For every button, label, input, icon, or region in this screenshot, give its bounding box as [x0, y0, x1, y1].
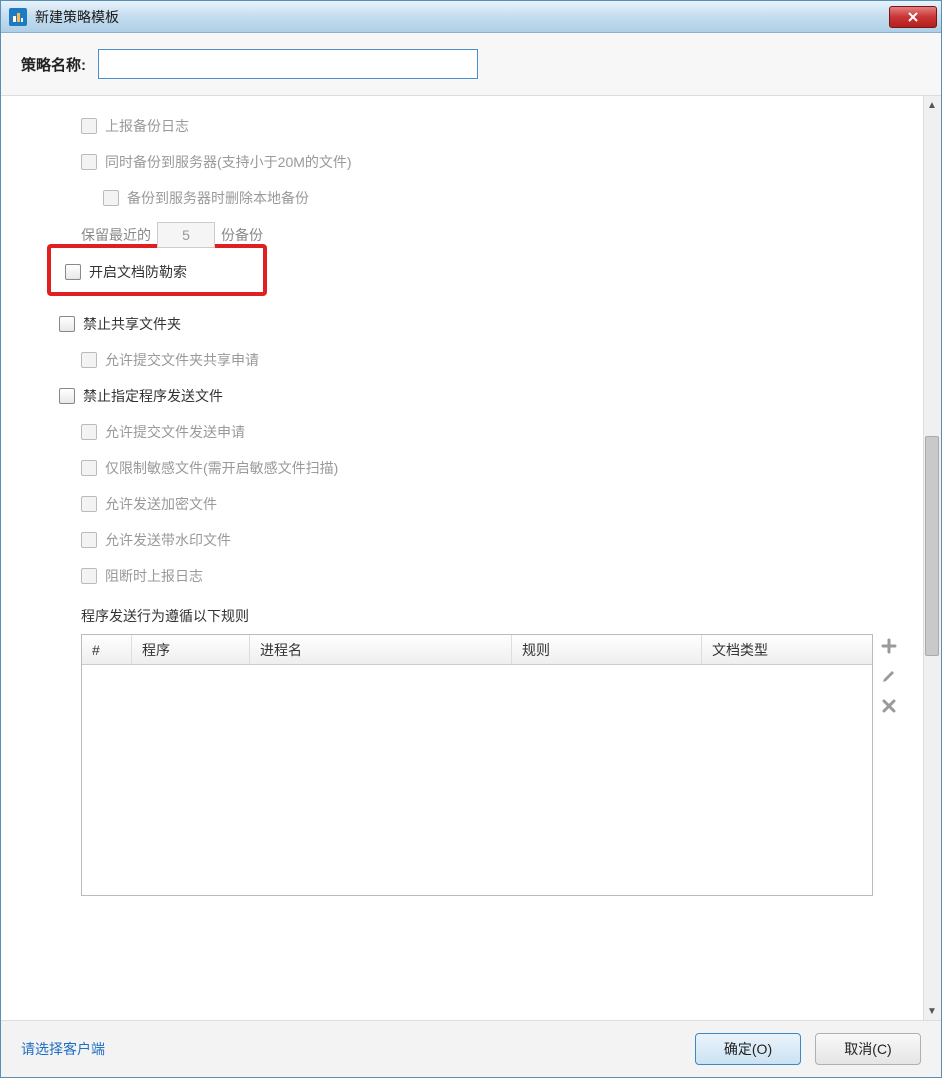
checkbox-icon — [103, 190, 119, 206]
ok-button[interactable]: 确定(O) — [695, 1033, 801, 1065]
option-allow-share-request[interactable]: 允许提交文件夹共享申请 — [81, 342, 925, 378]
checkbox-icon — [59, 316, 75, 332]
content-area: 上报备份日志 同时备份到服务器(支持小于20M的文件) 备份到服务器时删除本地备… — [1, 96, 941, 1020]
scrollbar[interactable]: ▲ ▼ — [923, 96, 941, 1020]
keep-prefix: 保留最近的 — [81, 225, 151, 245]
checkbox-icon — [81, 532, 97, 548]
checkbox-icon — [81, 154, 97, 170]
keep-suffix: 份备份 — [221, 225, 263, 245]
col-program[interactable]: 程序 — [132, 635, 250, 664]
select-client-link[interactable]: 请选择客户端 — [21, 1039, 105, 1059]
option-label: 开启文档防勒索 — [89, 262, 187, 282]
rules-table-wrap: # 程序 进程名 规则 文档类型 — [81, 634, 899, 896]
delete-icon[interactable] — [879, 696, 899, 716]
highlight-enable-anti-ransom: 开启文档防勒索 — [47, 244, 267, 296]
col-index[interactable]: # — [82, 635, 132, 664]
col-process[interactable]: 进程名 — [250, 635, 512, 664]
strategy-name-label: 策略名称: — [21, 54, 86, 75]
checkbox-icon — [81, 352, 97, 368]
checkbox-icon — [59, 388, 75, 404]
checkbox-icon — [81, 460, 97, 476]
scrollbar-thumb[interactable] — [925, 436, 939, 656]
option-label: 同时备份到服务器(支持小于20M的文件) — [105, 152, 352, 172]
table-tools — [879, 634, 899, 896]
checkbox-icon — [65, 264, 81, 280]
edit-icon[interactable] — [879, 666, 899, 686]
option-allow-send-request[interactable]: 允许提交文件发送申请 — [81, 414, 925, 450]
option-label: 禁止指定程序发送文件 — [83, 386, 223, 406]
option-label: 仅限制敏感文件(需开启敏感文件扫描) — [105, 458, 338, 478]
app-icon — [9, 8, 27, 26]
option-forbid-program-send[interactable]: 禁止指定程序发送文件 — [59, 378, 925, 414]
option-backup-to-server[interactable]: 同时备份到服务器(支持小于20M的文件) — [81, 144, 925, 180]
header-bar: 策略名称: — [1, 33, 941, 96]
window-title: 新建策略模板 — [35, 7, 889, 27]
checkbox-icon — [81, 118, 97, 134]
option-report-backup-log[interactable]: 上报备份日志 — [81, 108, 925, 144]
checkbox-icon — [81, 424, 97, 440]
option-label: 禁止共享文件夹 — [83, 314, 181, 334]
option-label: 上报备份日志 — [105, 116, 189, 136]
rules-table: # 程序 进程名 规则 文档类型 — [81, 634, 873, 896]
cancel-button[interactable]: 取消(C) — [815, 1033, 921, 1065]
option-allow-send-watermark[interactable]: 允许发送带水印文件 — [81, 522, 925, 558]
option-label: 允许发送带水印文件 — [105, 530, 231, 550]
option-restrict-sensitive-only[interactable]: 仅限制敏感文件(需开启敏感文件扫描) — [81, 450, 925, 486]
keep-count-input[interactable] — [157, 222, 215, 248]
table-header: # 程序 进程名 规则 文档类型 — [82, 635, 872, 665]
option-forbid-share-folder[interactable]: 禁止共享文件夹 — [59, 306, 925, 342]
option-label: 阻断时上报日志 — [105, 566, 203, 586]
strategy-name-input[interactable] — [98, 49, 478, 79]
option-label: 允许提交文件发送申请 — [105, 422, 245, 442]
rules-section-label: 程序发送行为遵循以下规则 — [81, 594, 925, 634]
footer: 请选择客户端 确定(O) 取消(C) — [1, 1020, 941, 1077]
checkbox-icon — [81, 496, 97, 512]
dialog-window: 新建策略模板 策略名称: 上报备份日志 同时备份到服务器(支持小于20M的文件)… — [0, 0, 942, 1078]
titlebar: 新建策略模板 — [1, 1, 941, 33]
scroll-down-icon[interactable]: ▼ — [923, 1002, 941, 1020]
add-icon[interactable] — [879, 636, 899, 656]
scroll-content: 上报备份日志 同时备份到服务器(支持小于20M的文件) 备份到服务器时删除本地备… — [1, 96, 941, 1020]
option-label: 备份到服务器时删除本地备份 — [127, 188, 309, 208]
option-delete-local-on-server-backup[interactable]: 备份到服务器时删除本地备份 — [103, 180, 925, 216]
option-label: 允许发送加密文件 — [105, 494, 217, 514]
option-allow-send-encrypted[interactable]: 允许发送加密文件 — [81, 486, 925, 522]
option-label: 允许提交文件夹共享申请 — [105, 350, 259, 370]
col-doctype[interactable]: 文档类型 — [702, 635, 872, 664]
col-rule[interactable]: 规则 — [512, 635, 702, 664]
option-enable-doc-anti-ransom[interactable]: 开启文档防勒索 — [65, 254, 255, 282]
option-report-on-block[interactable]: 阻断时上报日志 — [81, 558, 925, 594]
close-button[interactable] — [889, 6, 937, 28]
checkbox-icon — [81, 568, 97, 584]
scroll-up-icon[interactable]: ▲ — [923, 96, 941, 114]
